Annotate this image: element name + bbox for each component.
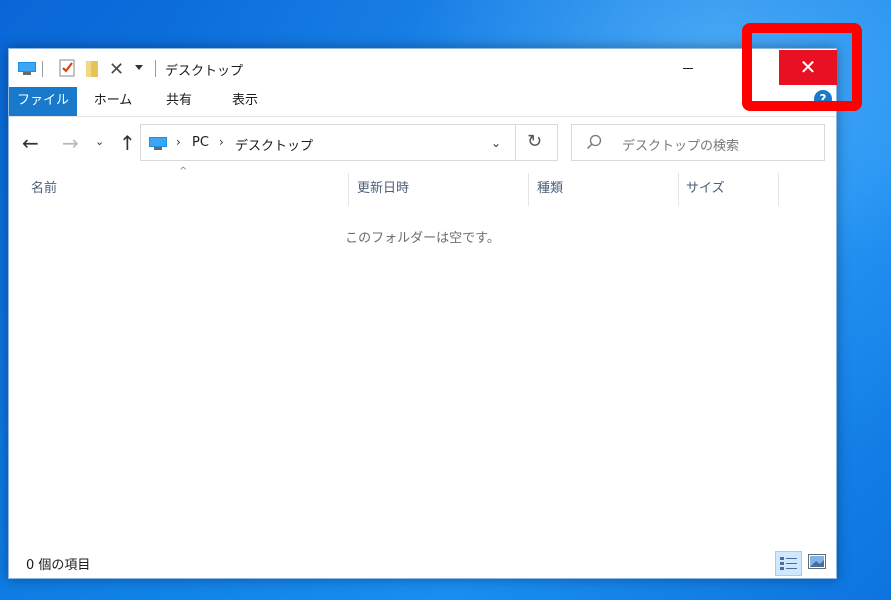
refresh-button[interactable]: ↻ — [516, 124, 558, 161]
search-input[interactable]: デスクトップの検索 — [622, 135, 739, 154]
file-explorer-window: ✕ デスクトップ ✕ ファイル ホーム 共有 表示 ⌄ ? ← → ⌄ ↑ › … — [8, 48, 837, 579]
large-icons-view-icon[interactable] — [808, 554, 826, 569]
search-icon — [586, 134, 602, 150]
item-count-status: 0 個の項目 — [26, 558, 91, 573]
column-divider[interactable] — [678, 173, 679, 206]
tab-home[interactable]: ホーム — [86, 87, 140, 116]
empty-folder-message: このフォルダーは空です。 — [345, 231, 500, 246]
details-view-icon — [780, 557, 797, 570]
customize-quick-access-icon[interactable] — [135, 65, 143, 70]
back-button[interactable]: ← — [22, 131, 39, 155]
this-pc-icon — [149, 137, 167, 150]
properties-icon[interactable] — [59, 59, 75, 77]
column-header-type[interactable]: 種類 — [537, 173, 677, 206]
column-header-date[interactable]: 更新日時 — [357, 173, 527, 206]
column-header-name[interactable]: 名前 — [31, 173, 347, 206]
title-bar: ✕ デスクトップ ✕ — [9, 49, 837, 87]
window-title: デスクトップ — [165, 64, 244, 79]
delete-icon[interactable]: ✕ — [109, 59, 124, 80]
this-pc-icon[interactable] — [18, 62, 36, 75]
minimize-button[interactable] — [665, 49, 711, 87]
up-button[interactable]: ↑ — [119, 131, 136, 155]
address-dropdown-icon[interactable]: ⌄ — [491, 136, 501, 150]
column-divider[interactable] — [348, 173, 349, 206]
tab-file[interactable]: ファイル — [9, 87, 77, 116]
new-folder-icon[interactable] — [86, 61, 98, 77]
tab-view[interactable]: 表示 — [220, 87, 270, 116]
breadcrumb-chevron-icon[interactable]: › — [219, 135, 224, 149]
column-divider[interactable] — [778, 173, 779, 206]
quick-access-separator — [42, 61, 43, 77]
refresh-icon: ↻ — [527, 131, 543, 152]
forward-button[interactable]: → — [62, 131, 79, 155]
search-box[interactable]: デスクトップの検索 — [571, 124, 825, 161]
breadcrumb-chevron-icon[interactable]: › — [176, 135, 181, 149]
breadcrumb-pc[interactable]: PC — [192, 135, 209, 150]
ribbon-divider — [9, 116, 836, 117]
breadcrumb-desktop[interactable]: デスクトップ — [235, 135, 313, 154]
address-bar[interactable]: › PC › デスクトップ ⌄ — [140, 124, 516, 161]
details-view-button[interactable] — [775, 551, 802, 576]
tab-share[interactable]: 共有 — [154, 87, 204, 116]
ribbon-tabs: ファイル ホーム 共有 表示 ⌄ ? — [9, 87, 836, 116]
close-button-highlight — [742, 23, 862, 111]
column-header-size[interactable]: サイズ — [686, 173, 776, 206]
title-separator — [155, 60, 156, 77]
column-divider[interactable] — [528, 173, 529, 206]
recent-locations-icon[interactable]: ⌄ — [95, 135, 104, 148]
